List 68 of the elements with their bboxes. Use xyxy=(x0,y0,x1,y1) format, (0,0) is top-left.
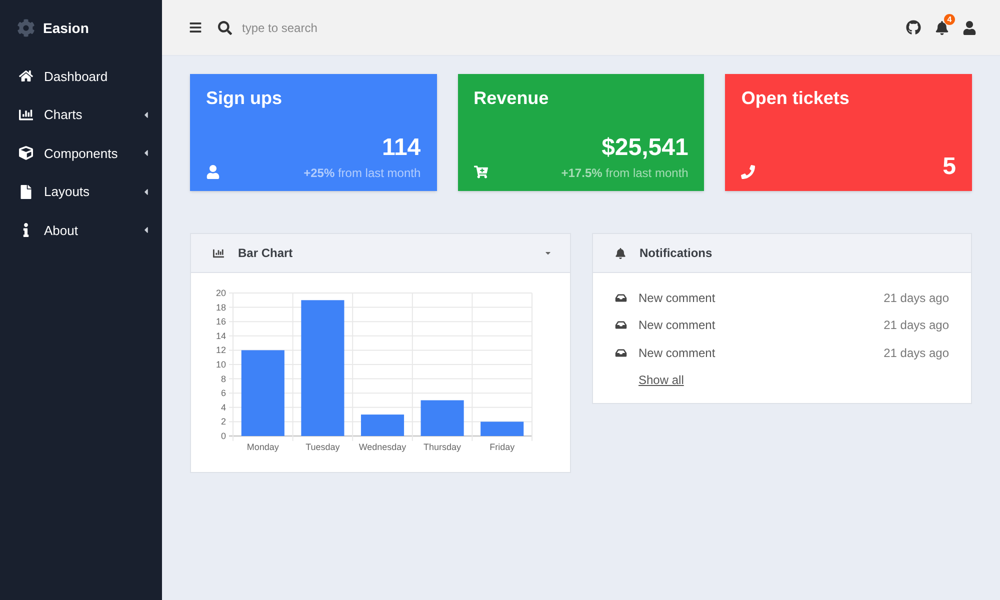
y-tick-label: 0 xyxy=(220,431,226,441)
notification-text: New comment xyxy=(638,290,716,307)
y-tick-label: 18 xyxy=(216,302,226,312)
sidebar-item[interactable]: Dashboard xyxy=(0,57,162,96)
home-icon xyxy=(19,69,33,84)
cube-icon xyxy=(19,146,33,160)
chart-bar xyxy=(420,400,464,436)
search-field[interactable]: type to search xyxy=(242,18,462,36)
phone-icon xyxy=(741,165,756,179)
notification-time: 21 days ago xyxy=(884,317,949,334)
panel-title: Notifications xyxy=(640,245,712,262)
x-tick-label: Monday xyxy=(246,442,279,452)
x-tick-label: Friday xyxy=(490,442,515,452)
y-tick-label: 8 xyxy=(220,374,226,384)
card-value: $25,541 xyxy=(602,133,688,163)
notification-text: New comment xyxy=(638,344,716,362)
github-icon xyxy=(906,20,921,35)
gear-logo-icon xyxy=(17,19,35,37)
github-button[interactable] xyxy=(906,20,921,35)
chart-bar xyxy=(480,422,524,436)
brand-name: Easion xyxy=(43,18,89,38)
menu-icon xyxy=(188,21,202,34)
y-tick-label: 14 xyxy=(216,330,226,341)
card-value: 114 xyxy=(382,133,421,163)
x-tick-label: Thursday xyxy=(424,442,462,452)
sidebar-item[interactable]: About xyxy=(0,211,162,250)
sidebar-item[interactable]: Components xyxy=(0,134,162,172)
card-change-note: +25% from last month xyxy=(304,165,421,181)
notifications-button[interactable] xyxy=(935,20,949,34)
bell-icon xyxy=(935,20,949,34)
y-tick-label: 4 xyxy=(220,402,226,412)
dropdown-button[interactable] xyxy=(544,249,552,257)
notification-text: New comment xyxy=(638,317,716,334)
cart-icon xyxy=(474,165,488,179)
y-tick-label: 16 xyxy=(216,316,226,327)
bar-chart-icon xyxy=(19,108,33,122)
card-change-note: +17.5% from last month xyxy=(561,165,688,181)
user-icon xyxy=(963,20,976,34)
inbox-icon xyxy=(614,348,626,358)
caret-down-icon xyxy=(544,249,552,257)
card-title: Sign ups xyxy=(206,87,283,110)
menu-button[interactable] xyxy=(188,20,202,34)
sidebar-item[interactable]: Charts xyxy=(0,96,162,134)
x-tick-label: Tuesday xyxy=(306,442,340,452)
notification-time: 21 days ago xyxy=(884,344,949,362)
user-button[interactable] xyxy=(963,20,976,34)
y-tick-label: 12 xyxy=(216,345,226,356)
x-tick-label: Wednesday xyxy=(358,442,406,452)
y-tick-label: 20 xyxy=(216,288,226,298)
sidebar-item[interactable]: Layouts xyxy=(0,172,162,211)
notification-time: 21 days ago xyxy=(884,290,949,307)
inbox-icon xyxy=(614,320,626,330)
bar-chart-icon xyxy=(213,248,224,258)
panel-title: Bar Chart xyxy=(238,245,293,262)
y-tick-label: 2 xyxy=(220,416,226,427)
card-value: 5 xyxy=(942,153,956,181)
y-tick-label: 10 xyxy=(216,360,226,370)
notification-count-badge: 4 xyxy=(944,14,955,24)
card-title: Open tickets xyxy=(741,87,850,110)
bell-icon xyxy=(614,248,626,258)
y-tick-label: 6 xyxy=(220,388,226,398)
card-title: Revenue xyxy=(474,87,550,110)
search-icon xyxy=(218,20,232,34)
file-icon xyxy=(19,184,33,199)
user-icon xyxy=(206,165,220,179)
show-all-link[interactable]: Show all xyxy=(638,371,684,390)
chart-bar xyxy=(360,414,404,436)
inbox-icon xyxy=(614,292,626,303)
